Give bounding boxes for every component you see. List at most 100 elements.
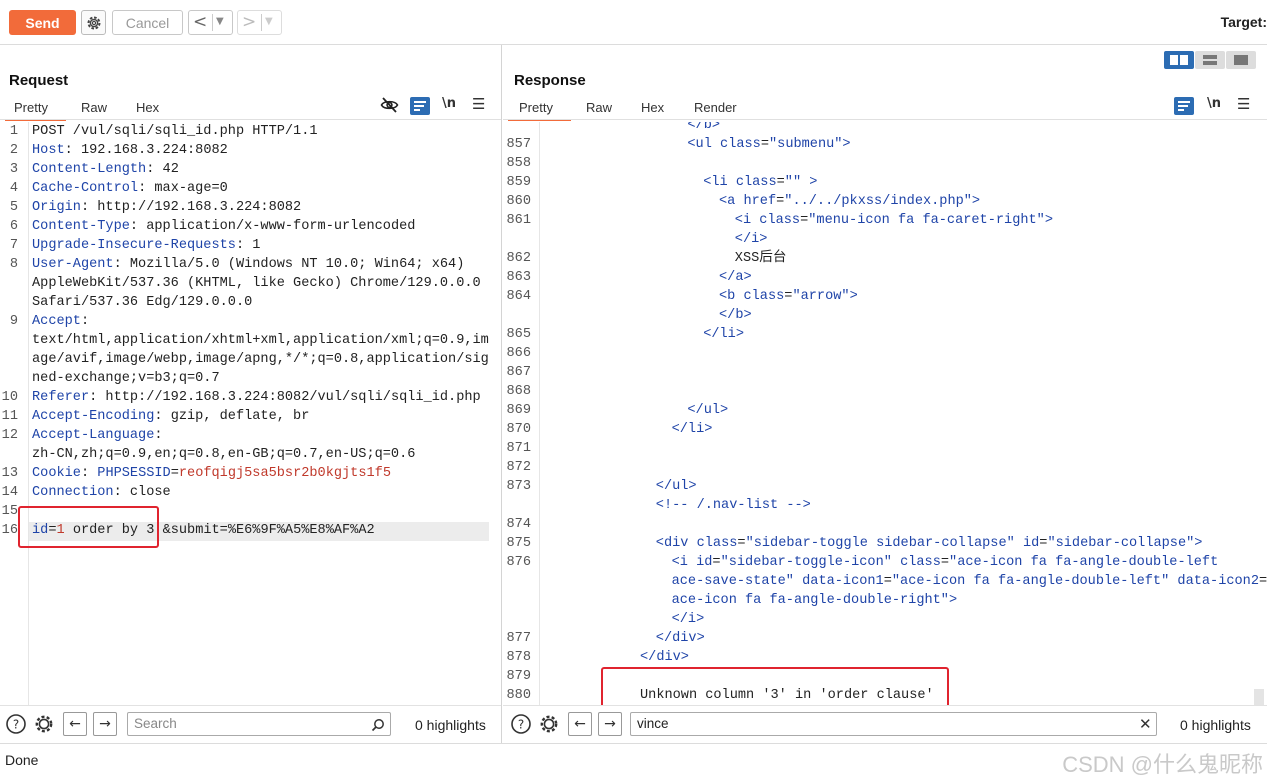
tab-raw[interactable]: Raw <box>81 97 107 121</box>
code-line: <li class="" > <box>703 175 818 190</box>
line-number: 6 <box>9 219 18 234</box>
tab-raw[interactable]: Raw <box>586 97 612 121</box>
code-line: <a href="../../pkxss/index.php"> <box>719 194 981 209</box>
scrollbar-thumb[interactable] <box>1254 689 1264 705</box>
tab-pretty[interactable]: Pretty <box>5 97 66 121</box>
line-number: 857 <box>506 137 531 152</box>
eye-hidden-icon[interactable] <box>380 96 399 114</box>
code-line: </b> <box>687 122 721 133</box>
highlight-box-error <box>601 667 949 705</box>
code-line: User-Agent: Mozilla/5.0 (Windows NT 10.0… <box>32 257 465 272</box>
code-line: XSS后台 <box>734 251 787 266</box>
search-input[interactable]: vince <box>630 712 1157 736</box>
help-icon[interactable]: ? <box>510 713 532 735</box>
wrap-lines-icon[interactable] <box>1174 97 1194 115</box>
code-line: </div> <box>640 650 689 665</box>
watermark: CSDN @什么鬼昵称 <box>1062 752 1263 777</box>
menu-icon[interactable]: ☰ <box>472 95 485 113</box>
tab-render[interactable]: Render <box>694 97 737 121</box>
search-input[interactable]: Search <box>127 712 391 736</box>
line-number: 877 <box>506 631 531 646</box>
newline-toggle-button[interactable]: \n <box>1207 96 1221 111</box>
line-number: 867 <box>506 365 531 380</box>
code-line: AppleWebKit/537.36 (KHTML, like Gecko) C… <box>32 276 481 291</box>
line-number <box>0 293 18 312</box>
code-line: </ul> <box>687 403 729 418</box>
code-line: <div class="sidebar-toggle sidebar-colla… <box>655 536 1203 551</box>
layout-split-vertical-button[interactable] <box>1164 51 1194 69</box>
line-number <box>503 230 531 249</box>
line-number: 7 <box>9 238 18 253</box>
top-toolbar: Send Cancel < ▼ > ▼ Target: <box>0 0 1267 45</box>
line-number: 878 <box>506 650 531 665</box>
code-line: </b> <box>719 308 752 323</box>
line-number <box>503 122 531 135</box>
code-line: ace-icon fa fa-angle-double-right"> <box>671 593 958 608</box>
line-number: 9 <box>9 314 18 329</box>
help-icon[interactable]: ? <box>5 713 27 735</box>
code-line: Origin: http://192.168.3.224:8082 <box>32 200 302 215</box>
line-number <box>503 591 531 610</box>
gear-icon <box>87 16 101 30</box>
code-line: Cache-Control: max-age=0 <box>32 181 228 196</box>
line-number: 860 <box>506 194 531 209</box>
layout-split-horizontal-button[interactable] <box>1195 51 1225 69</box>
menu-icon[interactable]: ☰ <box>1237 95 1250 113</box>
code-line: </div> <box>655 631 705 646</box>
dropdown-arrow-icon[interactable]: ▼ <box>265 16 273 27</box>
search-prev-button[interactable]: ← <box>63 712 87 736</box>
line-number: 864 <box>506 289 531 304</box>
code-line: Accept-Encoding: gzip, deflate, br <box>32 409 310 424</box>
search-next-button[interactable]: → <box>598 712 622 736</box>
code-line: <!-- /.nav-list --> <box>655 498 811 513</box>
forward-nav-button[interactable]: > ▼ <box>237 10 282 35</box>
line-number <box>0 445 18 464</box>
line-number: 866 <box>506 346 531 361</box>
response-editor[interactable]: </b> 857 <ul class="submenu"> 858 859 <li cla… <box>503 122 1267 705</box>
line-number: 8 <box>9 257 18 272</box>
newline-toggle-button[interactable]: \n <box>442 96 456 111</box>
request-search-bar: ? ← → Search 0 highlights <box>0 705 501 743</box>
tab-pretty[interactable]: Pretty <box>508 97 571 121</box>
line-number: 871 <box>506 441 531 456</box>
line-number: 3 <box>9 162 18 177</box>
code-line: zh-CN,zh;q=0.9,en;q=0.8,en-GB;q=0.7,en-U… <box>32 447 416 462</box>
search-prev-button[interactable]: ← <box>568 712 592 736</box>
cancel-button[interactable]: Cancel <box>112 10 183 35</box>
wrap-lines-icon[interactable] <box>410 97 430 115</box>
code-line: Content-Type: application/x-www-form-url… <box>32 219 416 234</box>
dropdown-arrow-icon[interactable]: ▼ <box>216 16 224 27</box>
line-number: 10 <box>1 390 18 405</box>
request-editor[interactable]: 1 POST /vul/sqli/sqli_id.php HTTP/1.1 2 Hos… <box>0 122 501 705</box>
line-number: 2 <box>9 143 18 158</box>
target-label[interactable]: Target: <box>1221 14 1267 30</box>
back-nav-button[interactable]: < ▼ <box>188 10 233 35</box>
send-button[interactable]: Send <box>9 10 76 35</box>
line-number: 861 <box>506 213 531 228</box>
line-number: 859 <box>506 175 531 190</box>
settings-gear-button[interactable] <box>81 10 106 35</box>
code-line: Cookie: PHPSESSID=reofqigj5sa5bsr2b0kgjt… <box>32 466 391 481</box>
request-title: Request <box>9 72 69 89</box>
chevron-left-icon: < <box>193 12 208 32</box>
line-number: 870 <box>506 422 531 437</box>
line-number: 874 <box>506 517 531 532</box>
line-number: 5 <box>9 200 18 215</box>
highlights-count: 0 highlights <box>1180 717 1251 733</box>
code-line: Accept-Language: <box>32 428 163 443</box>
line-number: 868 <box>506 384 531 399</box>
layout-tabs-button[interactable] <box>1226 51 1256 69</box>
line-number: 14 <box>1 485 18 500</box>
line-number <box>0 331 18 350</box>
gear-icon[interactable] <box>538 713 560 735</box>
code-line: ned-exchange;v=b3;q=0.7 <box>32 371 220 386</box>
line-number <box>503 496 531 515</box>
line-number: 4 <box>9 181 18 196</box>
search-next-button[interactable]: → <box>93 712 117 736</box>
code-line: Upgrade-Insecure-Requests: 1 <box>32 238 261 253</box>
response-tabs: Pretty Raw Hex Render <box>503 97 1267 121</box>
tab-hex[interactable]: Hex <box>136 97 159 121</box>
tab-hex[interactable]: Hex <box>641 97 664 121</box>
gear-icon[interactable] <box>33 713 55 735</box>
clear-search-icon[interactable]: ✕ <box>1139 715 1152 733</box>
